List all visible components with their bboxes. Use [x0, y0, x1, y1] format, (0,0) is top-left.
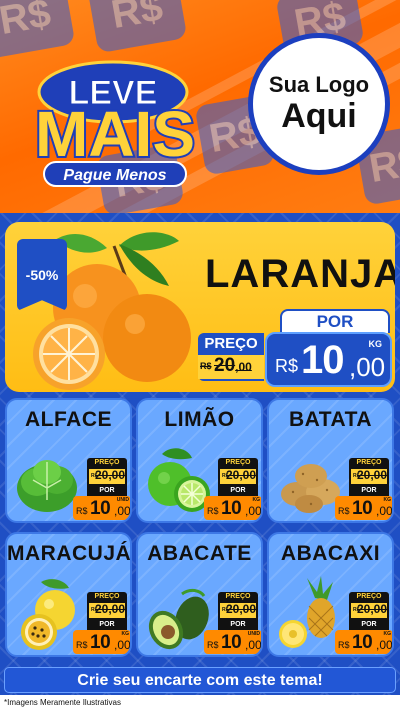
logo-line2: Aqui — [281, 97, 357, 136]
price-integer: 10 — [301, 338, 344, 382]
old-price-currency: R$ — [200, 361, 212, 371]
old-price-tag: PREÇO R$ 20,00 — [218, 592, 258, 622]
price-cents: ,00 — [349, 352, 386, 382]
product-name: ABACATE — [147, 542, 252, 565]
price-tag: R$ 10 ,00 UNID — [73, 496, 130, 520]
product-card-batata[interactable]: BATATA PREÇO R$ 20,00 POR R$ 10 ,00 KG — [267, 398, 394, 523]
disclaimer-text: *Imagens Meramente Ilustrativas — [0, 695, 400, 711]
por-label: POR — [349, 485, 389, 496]
old-price-tag: PREÇO R$ 20,00 — [87, 458, 127, 488]
store-logo-placeholder[interactable]: Sua Logo Aqui — [248, 33, 390, 175]
price-unit: KG — [368, 339, 383, 349]
price-tag: R$ 10 ,00 KG — [73, 630, 130, 654]
product-card-abacate[interactable]: ABACATE PREÇO R$ 20,00 POR R$ 10 ,00 UNI… — [136, 532, 263, 657]
price-tag: R$ 10 ,00 KG — [335, 630, 392, 654]
product-card-maracuja[interactable]: MARACUJÁ PREÇO R$ 20,00 POR R$ 10 ,00 KG — [5, 532, 132, 657]
create-flyer-button[interactable]: Crie seu encarte com este tema! — [4, 667, 396, 693]
product-name: MARACUJÁ — [7, 542, 132, 565]
por-label: POR — [218, 619, 258, 630]
por-label: POR — [87, 619, 127, 630]
old-price-tag: PREÇO R$ 20,00 — [87, 592, 127, 622]
old-price-label: PREÇO — [204, 335, 258, 352]
featured-price-box: R$ 10 ,00 KG — [265, 332, 392, 387]
product-card-limao[interactable]: LIMÃO PREÇO R$ 20,00 POR R$ 10 ,00 KG — [136, 398, 263, 523]
product-card-alface[interactable]: ALFACE PREÇO R$ 20,00 POR R$ 10 ,00 UNID — [5, 398, 132, 523]
product-name: LIMÃO — [164, 408, 235, 431]
price-currency: R$ — [275, 356, 299, 376]
featured-old-price-box: PREÇO R$ 20,00 — [198, 333, 264, 381]
featured-product-name: LARANJA — [205, 252, 395, 296]
header-banner: R$ R$ R$ R$ R$ R$ LEVE MAIS Pague Menos … — [0, 0, 400, 213]
logo-line1: Sua Logo — [268, 72, 370, 98]
por-label: POR — [87, 485, 127, 496]
brand-main-text: MAIS — [35, 98, 195, 170]
brand-sub-text: Pague Menos — [63, 167, 166, 184]
leve-mais-logo: LEVE MAIS Pague Menos — [10, 44, 220, 194]
price-tag: R$ 10 ,00 UNID — [204, 630, 261, 654]
old-price-value: 20,00 — [214, 355, 252, 376]
old-price-tag: PREÇO R$ 20,00 — [349, 592, 389, 622]
por-label: POR — [218, 485, 258, 496]
por-label: POR — [349, 619, 389, 630]
featured-por-label: POR — [280, 309, 390, 333]
old-price-tag: PREÇO R$ 20,00 — [349, 458, 389, 488]
product-card-abacaxi[interactable]: ABACAXI PREÇO R$ 20,00 POR R$ 10 ,00 KG — [267, 532, 394, 657]
product-name: ALFACE — [25, 408, 112, 431]
price-tag: R$ 10 ,00 KG — [204, 496, 261, 520]
old-price-tag: PREÇO R$ 20,00 — [218, 458, 258, 488]
product-name: ABACAXI — [280, 542, 381, 565]
price-tag: R$ 10 ,00 KG — [335, 496, 392, 520]
product-name: BATATA — [288, 408, 373, 431]
